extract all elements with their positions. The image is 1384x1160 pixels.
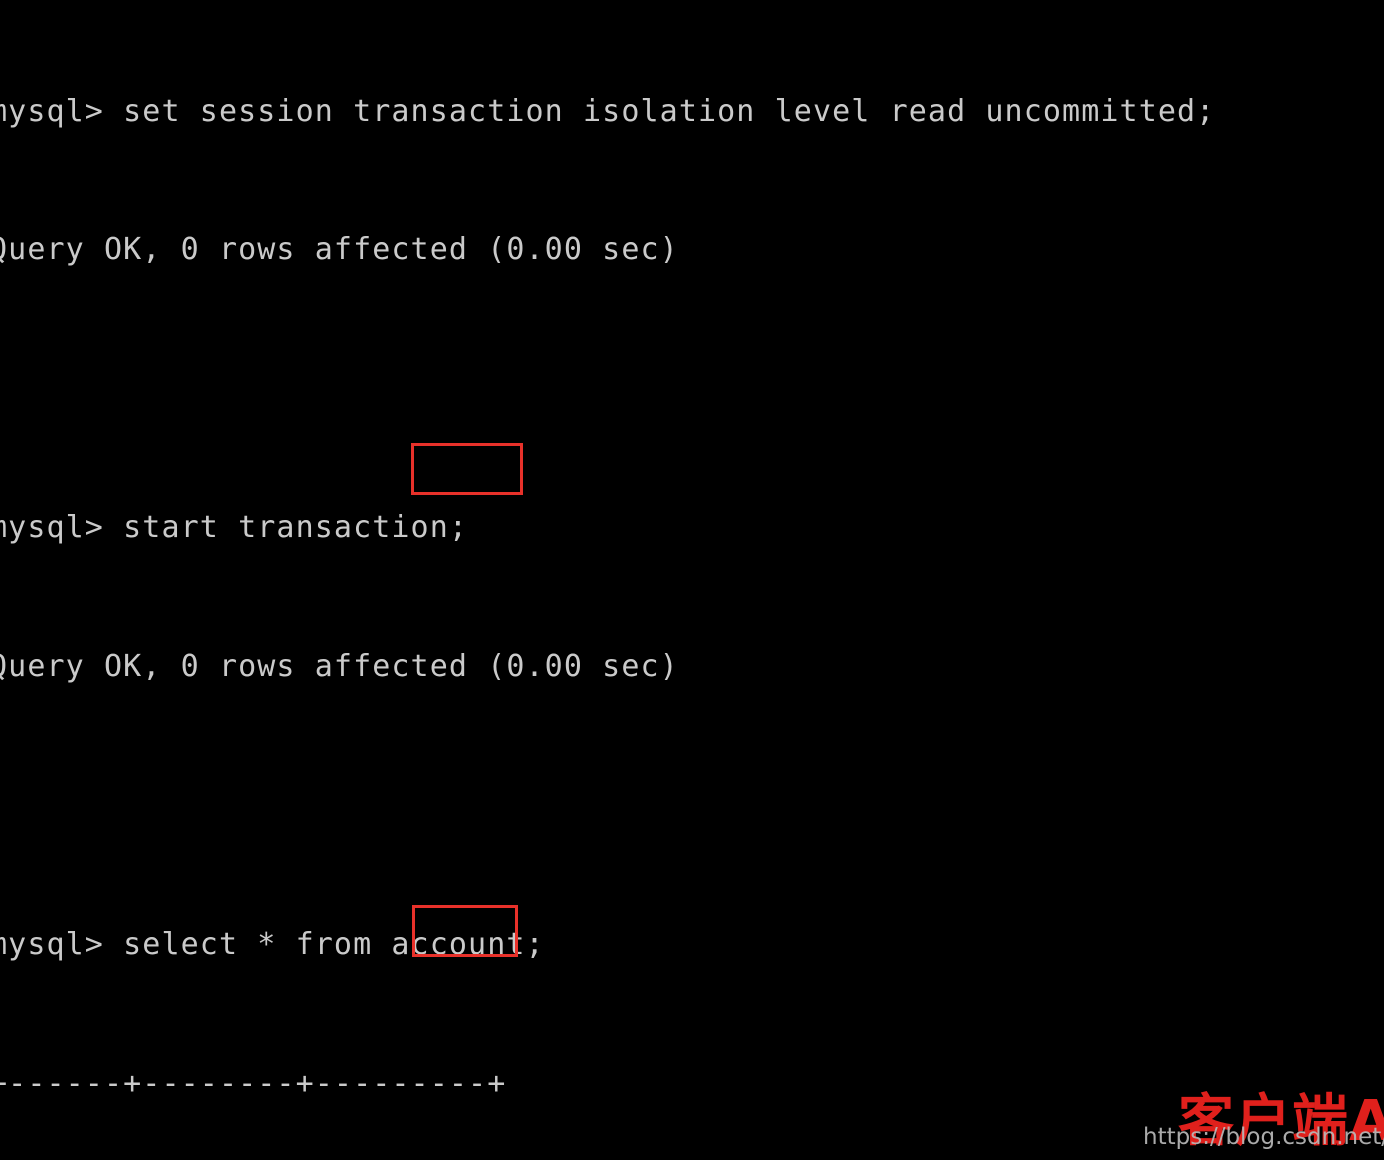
terminal-line: mysql> start transaction;: [0, 510, 469, 546]
terminal-line: Query OK, 0 rows affected (0.00 sec): [0, 232, 679, 268]
terminal-window: mysql> set session transaction isolation…: [0, 0, 1384, 1160]
terminal-output[interactable]: mysql> set session transaction isolation…: [0, 0, 1384, 1160]
source-url-watermark: https://blog.csdn.net/u014803081: [1143, 1124, 1384, 1150]
terminal-line: mysql> select * from account;: [0, 926, 545, 962]
table-border-top: +------+--------+---------+: [0, 1065, 507, 1101]
terminal-line: mysql> set session transaction isolation…: [0, 93, 1216, 129]
terminal-line: Query OK, 0 rows affected (0.00 sec): [0, 649, 679, 685]
